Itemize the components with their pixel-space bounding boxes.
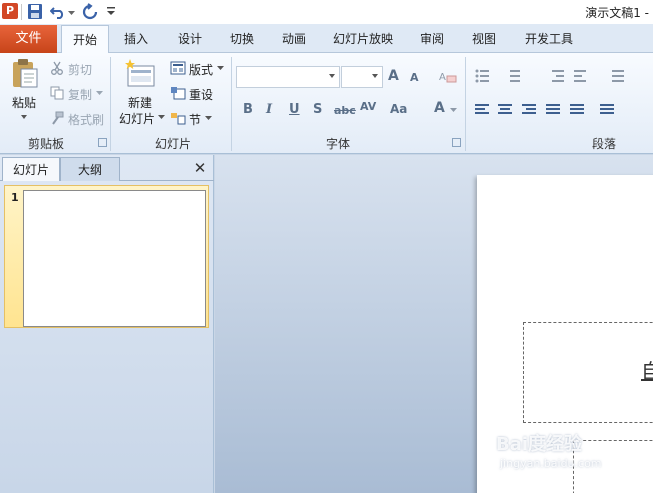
font-family-combo[interactable] xyxy=(236,66,340,88)
slide-number: 1 xyxy=(11,191,19,204)
section-icon[interactable] xyxy=(170,111,186,125)
font-family-dropdown-icon[interactable] xyxy=(329,74,335,78)
reset-icon[interactable] xyxy=(170,86,186,100)
shrink-font-button[interactable]: A xyxy=(410,71,419,84)
copy-icon[interactable] xyxy=(50,86,64,100)
font-size-dropdown-icon[interactable] xyxy=(372,74,378,78)
paste-button[interactable]: 粘贴 xyxy=(12,94,36,111)
new-slide-label[interactable]: 新建 xyxy=(128,94,152,111)
section-button[interactable]: 节 xyxy=(189,111,201,128)
paragraph-group-label: 段落 xyxy=(591,137,616,151)
bold-button[interactable]: B xyxy=(243,102,253,117)
slide-editor: 自 xyxy=(215,155,653,493)
svg-text:A: A xyxy=(439,72,446,83)
copy-button[interactable]: 复制 xyxy=(68,86,92,103)
font-color-dropdown-icon[interactable] xyxy=(450,107,457,114)
font-color-button[interactable]: A xyxy=(434,100,445,116)
group-divider xyxy=(231,57,232,151)
paste-icon[interactable] xyxy=(10,57,40,89)
tab-review[interactable]: 审阅 xyxy=(412,25,452,53)
underline-button[interactable]: U xyxy=(289,102,300,117)
paste-dropdown-icon[interactable] xyxy=(20,113,28,121)
slides-pane: 幻灯片 大纲 ✕ 1 xyxy=(0,155,214,493)
tab-developer[interactable]: 开发工具 xyxy=(518,25,580,53)
clipboard-launcher-icon[interactable] xyxy=(98,138,107,147)
group-divider xyxy=(110,57,111,151)
new-slide-dropdown-icon[interactable] xyxy=(158,114,165,121)
cut-button[interactable]: 剪切 xyxy=(68,61,92,78)
grow-font-button[interactable]: A xyxy=(388,68,399,84)
tab-view[interactable]: 视图 xyxy=(464,25,504,53)
alignment-icons[interactable] xyxy=(474,103,634,117)
clipboard-group-label: 剪贴板 xyxy=(27,137,64,151)
copy-dropdown-icon[interactable] xyxy=(96,90,103,97)
tab-transitions[interactable]: 切换 xyxy=(220,25,264,53)
title-placeholder-text: 自 xyxy=(641,359,653,383)
reset-button[interactable]: 重设 xyxy=(189,86,213,103)
font-launcher-icon[interactable] xyxy=(452,138,461,147)
redo-icon[interactable] xyxy=(82,3,98,20)
section-dropdown-icon[interactable] xyxy=(205,115,212,122)
shadow-button[interactable]: S xyxy=(313,102,322,117)
tab-outline[interactable]: 大纲 xyxy=(60,157,120,181)
powerpoint-logo-icon[interactable]: P xyxy=(2,3,18,19)
strikethrough-button[interactable]: abc xyxy=(334,104,356,117)
tab-insert[interactable]: 插入 xyxy=(114,25,158,53)
pane-tabs: 幻灯片 大纲 ✕ xyxy=(0,157,214,181)
format-painter-button[interactable]: 格式刷 xyxy=(68,111,104,128)
italic-button[interactable]: I xyxy=(266,102,272,117)
change-case-button[interactable]: Aa xyxy=(390,102,407,116)
slides-group-label: 幻灯片 xyxy=(154,137,191,151)
undo-icon[interactable] xyxy=(50,3,66,20)
slide-thumbnail-selected[interactable]: 1 xyxy=(4,185,209,328)
list-indent-icons[interactable] xyxy=(474,68,634,84)
tab-home[interactable]: 开始 xyxy=(61,25,109,54)
save-icon[interactable] xyxy=(26,3,44,20)
document-title: 演示文稿1 - xyxy=(585,6,649,20)
slide-thumbnail[interactable] xyxy=(23,190,206,327)
tab-animations[interactable]: 动画 xyxy=(272,25,316,53)
new-slide-button[interactable]: 幻灯片 xyxy=(119,110,155,127)
watermark-logo: Bai度经验 xyxy=(496,434,583,455)
watermark-url: jingyan.baidu.com xyxy=(500,457,602,470)
customize-toolbar-icon[interactable] xyxy=(105,3,117,20)
title-placeholder[interactable] xyxy=(523,322,653,423)
ribbon-tabs: 文件 开始 插入 设计 切换 动画 幻灯片放映 审阅 视图 开发工具 xyxy=(0,24,653,54)
undo-dropdown-icon[interactable] xyxy=(67,3,76,20)
toolbar-divider xyxy=(21,4,22,20)
group-divider xyxy=(465,57,466,151)
new-slide-icon[interactable] xyxy=(124,58,156,90)
tab-slides[interactable]: 幻灯片 xyxy=(2,157,60,181)
layout-button[interactable]: 版式 xyxy=(189,61,213,78)
character-spacing-button[interactable]: AV xyxy=(360,100,376,113)
format-painter-icon[interactable] xyxy=(50,111,64,125)
close-pane-icon[interactable]: ✕ xyxy=(193,161,207,176)
ribbon: 粘贴 剪切 复制 格式刷 剪贴板 新建 幻灯片 版式 重设 节 幻灯片 A A … xyxy=(0,53,653,154)
font-size-combo[interactable] xyxy=(341,66,383,88)
font-group-label: 字体 xyxy=(325,137,350,151)
cut-icon[interactable] xyxy=(50,61,64,75)
tab-slideshow[interactable]: 幻灯片放映 xyxy=(326,25,400,53)
tab-file[interactable]: 文件 xyxy=(0,25,57,53)
layout-dropdown-icon[interactable] xyxy=(217,65,224,72)
clear-formatting-icon[interactable]: A xyxy=(438,68,458,86)
tab-design[interactable]: 设计 xyxy=(168,25,212,53)
layout-icon[interactable] xyxy=(170,61,186,75)
title-bar: P 演示文稿1 - xyxy=(0,0,653,24)
